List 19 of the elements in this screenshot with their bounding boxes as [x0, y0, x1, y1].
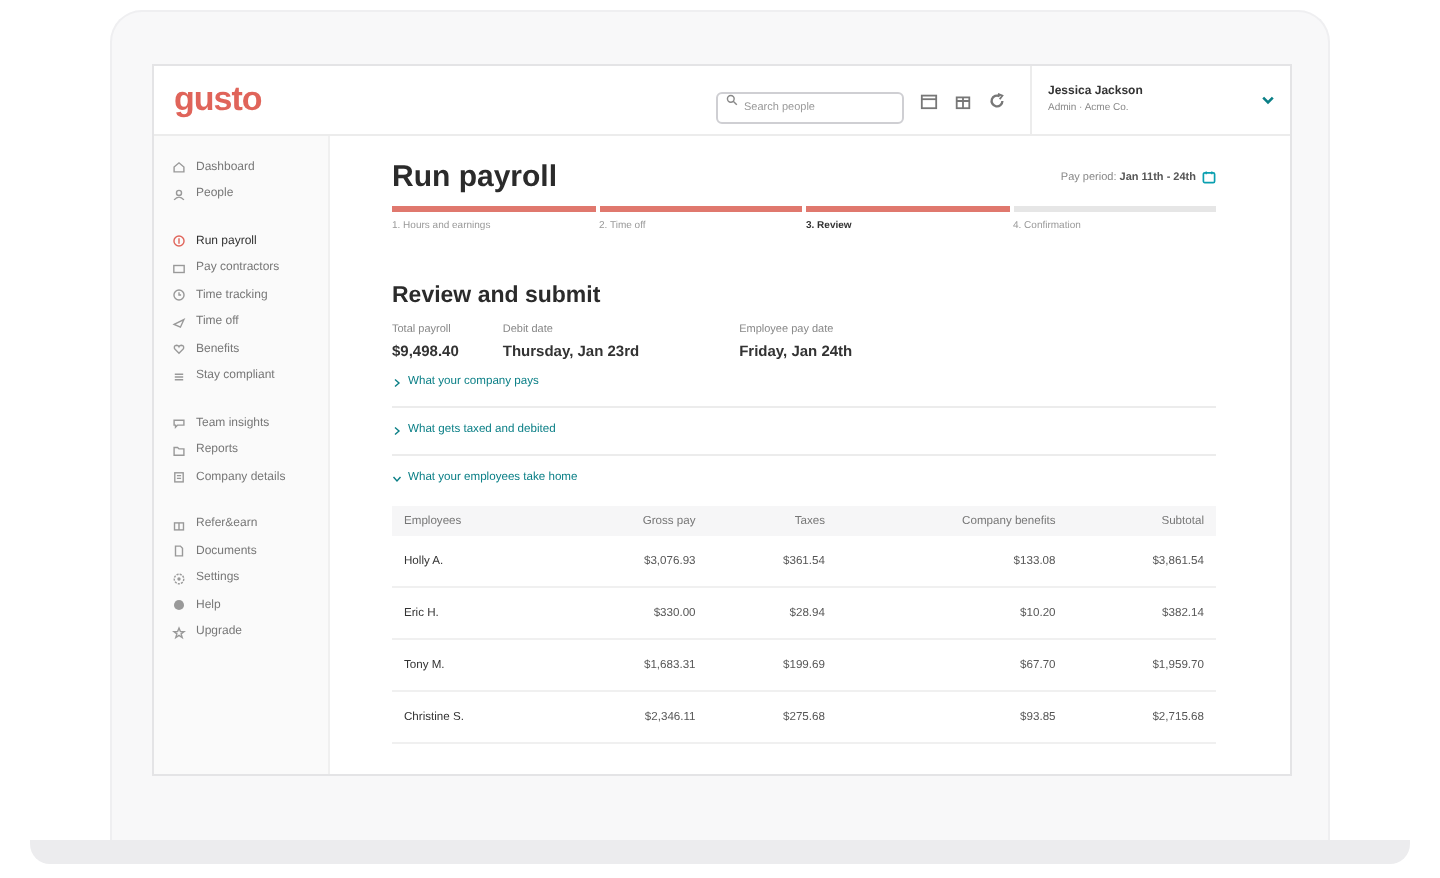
heart-icon — [172, 342, 186, 357]
star-icon — [172, 625, 186, 640]
doc-icon — [172, 544, 186, 559]
search-icon — [726, 94, 738, 106]
clock-icon — [172, 288, 186, 303]
page-title: Run payroll — [392, 160, 558, 194]
list-icon — [172, 369, 186, 384]
chevron-icon — [392, 377, 402, 387]
caret-icon[interactable] — [1260, 92, 1276, 108]
people-icon — [172, 187, 186, 202]
chevron-icon — [392, 425, 402, 435]
logo[interactable]: gusto — [174, 80, 262, 120]
chat-icon — [172, 416, 186, 431]
gear-icon — [172, 571, 186, 586]
folder-icon — [172, 443, 186, 458]
chevron-icon — [392, 473, 402, 483]
refresh-icon[interactable] — [988, 91, 1006, 109]
home-icon — [172, 160, 186, 175]
section-title: Review and submit — [392, 284, 603, 308]
